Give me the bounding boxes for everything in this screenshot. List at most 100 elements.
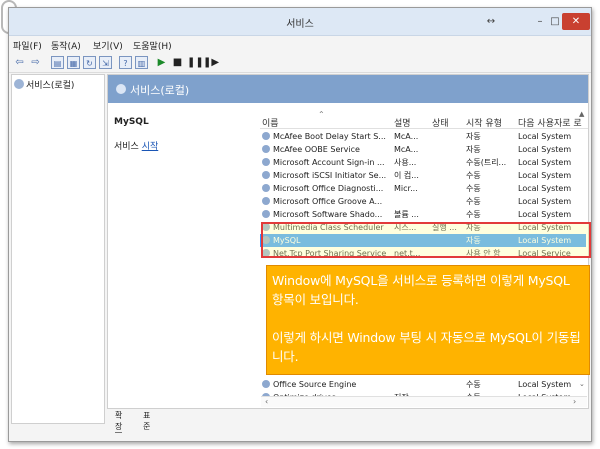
table-row[interactable]: Office Source Engine 수동 Local System (260, 378, 586, 391)
service-name-cell: Microsoft iSCSI Initiator Se... (262, 169, 390, 182)
scroll-down-icon[interactable]: ⌄ (579, 380, 585, 388)
menu-help[interactable]: 도움말(H) (133, 39, 172, 52)
table-row[interactable]: MySQL 자동 Local System (260, 234, 586, 247)
back-arrow-icon[interactable]: ⇦ (13, 56, 26, 69)
service-name-cell: Microsoft Software Shado... (262, 208, 390, 221)
table-row[interactable]: Net.Tcp Port Sharing Service net.t... 사용 안… (260, 247, 586, 260)
properties-icon[interactable]: ▦ (67, 56, 80, 69)
service-logon-cell-text: Local System (518, 210, 572, 219)
service-name-cell-text: Microsoft iSCSI Initiator Se... (273, 171, 387, 180)
horizontal-scrollbar[interactable]: ‹ › (261, 396, 587, 407)
table-row[interactable]: Microsoft Office Groove A... 수동 Local Syst… (260, 195, 586, 208)
tree-item-local-services[interactable]: 서비스(로컬) (14, 78, 74, 91)
service-name-cell: Net.Tcp Port Sharing Service (262, 247, 390, 260)
service-description-cell-text: 볼륨 ... (394, 210, 419, 219)
stop-service-icon[interactable]: ■ (171, 56, 184, 69)
service-logon-cell-text: Local System (518, 197, 572, 206)
column-header-startup-type[interactable]: 시작 유형 (466, 116, 502, 129)
service-name-cell-text: Microsoft Account Sign-in ... (273, 158, 385, 167)
service-logon-cell: Local Service (518, 247, 578, 260)
service-description-cell-text: 시스... (394, 223, 417, 232)
service-name-cell-text: MySQL (273, 236, 301, 245)
service-logon-cell: Local System (518, 182, 578, 195)
service-description-cell-text: Micr... (394, 184, 418, 193)
service-description-cell: net.t... (394, 247, 428, 260)
service-startup-type-cell-text: 자동 (466, 223, 481, 232)
service-action-prefix: 서비스 (114, 142, 142, 152)
tab-extended[interactable]: 확장 (115, 410, 123, 433)
start-service-link[interactable]: 시작 (142, 142, 159, 152)
show-hide-icon[interactable]: ▥ (135, 56, 148, 69)
service-startup-type-cell: 자동 (466, 143, 514, 156)
service-startup-type-cell-text: 자동 (466, 132, 481, 141)
service-name-cell: Microsoft Account Sign-in ... (262, 156, 390, 169)
tab-standard[interactable]: 표준 (143, 410, 150, 432)
maximize-button[interactable]: □ (547, 13, 563, 30)
start-service-icon[interactable]: ▶ (155, 56, 168, 69)
menu-action[interactable]: 동작(A) (51, 39, 81, 52)
scroll-left-icon[interactable]: ‹ (265, 397, 268, 406)
table-row[interactable]: Microsoft Software Shado... 볼륨 ... 수동 Local… (260, 208, 586, 221)
service-startup-type-cell-text: 수동(트리... (466, 158, 507, 167)
service-description-cell-text: 이 컴... (394, 171, 419, 180)
menu-view[interactable]: 보기(V) (93, 39, 123, 52)
note-line-2: 이렇게 하시면 Window 부팅 시 자동으로 MySQL이 기동됩니다. (272, 330, 581, 364)
service-logon-cell-text: Local System (518, 145, 572, 154)
service-logon-cell-text: Local System (518, 223, 572, 232)
table-row[interactable]: McAfee OOBE Service McA... 자동 Local System (260, 143, 586, 156)
service-logon-cell-text: Local System (518, 158, 572, 167)
column-header-description[interactable]: 설명 (394, 116, 411, 129)
service-name-cell-text: Net.Tcp Port Sharing Service (273, 249, 387, 258)
console-tree-icon[interactable]: ▤ (51, 56, 64, 69)
service-name-cell-text: Microsoft Office Diagnosti... (273, 184, 384, 193)
service-logon-cell: Local System (518, 156, 578, 169)
pause-service-icon[interactable]: ❚❚ (187, 56, 204, 69)
refresh-icon[interactable]: ↻ (83, 56, 96, 69)
service-description-cell-text: 사용... (394, 158, 417, 167)
column-header-status[interactable]: 상태 (432, 116, 449, 129)
column-header-name[interactable]: 이름 (262, 116, 279, 129)
restore-size-icon[interactable]: ↔ (481, 13, 501, 30)
window-title: 서비스 (286, 19, 314, 30)
service-startup-type-cell-text: 수동 (466, 210, 481, 219)
toolbar: ⇦ ⇨ ▤ ▦ ↻ ⇲ ? ▥ ▶ ■ ❚❚ ❚▶ (9, 53, 591, 73)
column-header-logon-as[interactable]: 다음 사용자로 로 (518, 116, 582, 129)
service-logon-cell: Local System (518, 143, 578, 156)
service-description-cell: 볼륨 ... (394, 208, 428, 221)
service-gear-icon (262, 236, 270, 244)
scroll-right-icon[interactable]: › (573, 397, 576, 406)
scroll-up-icon[interactable]: ▲ (579, 110, 584, 118)
table-row[interactable]: Microsoft Account Sign-in ... 사용... 수동(트리.… (260, 156, 586, 169)
help-icon[interactable]: ? (119, 56, 132, 69)
forward-arrow-icon[interactable]: ⇨ (29, 56, 42, 69)
service-startup-type-cell: 수동 (466, 208, 514, 221)
close-button[interactable]: ✕ (562, 13, 590, 30)
service-startup-type-cell-text: 수동 (466, 380, 481, 389)
service-logon-cell-text: Local Service (518, 249, 571, 258)
service-startup-type-cell: 수동 (466, 169, 514, 182)
service-logon-cell-text: Local System (518, 236, 572, 245)
export-list-icon[interactable]: ⇲ (99, 56, 112, 69)
service-description-cell: 사용... (394, 156, 428, 169)
service-logon-cell-text: Local System (518, 132, 572, 141)
service-gear-icon (262, 171, 270, 179)
menu-file[interactable]: 파일(F) (13, 39, 42, 52)
sort-ascending-icon: ⌃ (318, 110, 325, 119)
service-startup-type-cell: 수동 (466, 195, 514, 208)
service-logon-cell: Local System (518, 221, 578, 234)
tree-item-label: 서비스(로컬) (26, 81, 75, 91)
vertical-scrollbar[interactable]: ▲ ⌄ (579, 110, 589, 390)
service-name-cell-text: Office Source Engine (273, 380, 357, 389)
service-gear-icon (262, 184, 270, 192)
service-startup-type-cell-text: 수동 (466, 197, 481, 206)
table-row[interactable]: Microsoft iSCSI Initiator Se... 이 컴... 수동 L… (260, 169, 586, 182)
service-gear-icon (262, 210, 270, 218)
services-icon (116, 84, 126, 94)
service-name-cell: Office Source Engine (262, 378, 390, 391)
table-row[interactable]: McAfee Boot Delay Start S... McA... 자동 Loca… (260, 130, 586, 143)
table-row[interactable]: Multimedia Class Scheduler 시스... 실행 ... 자동 L… (260, 221, 586, 234)
restart-service-icon[interactable]: ❚▶ (203, 56, 219, 69)
table-row[interactable]: Microsoft Office Diagnosti... Micr... 수동 Lo… (260, 182, 586, 195)
service-logon-cell-text: Local System (518, 184, 572, 193)
service-description-cell: McA... (394, 130, 428, 143)
